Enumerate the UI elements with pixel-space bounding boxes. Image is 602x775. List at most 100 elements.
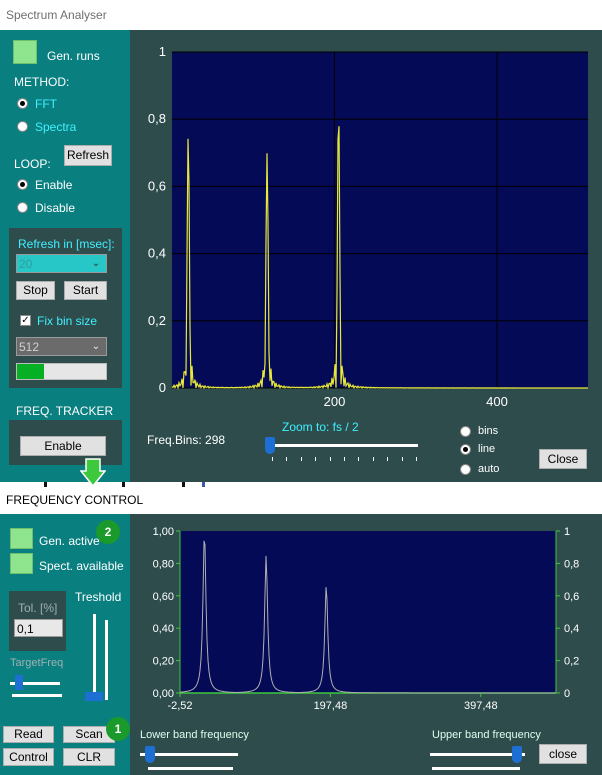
display-auto-radio[interactable] [460, 464, 471, 475]
y-tick-label-right: 0,2 [564, 656, 579, 668]
gen-runs-label: Gen. runs [47, 49, 100, 63]
y-tick-label: 0,4 [148, 246, 166, 261]
zoom-tick [286, 457, 288, 461]
loop-disable-label[interactable]: Disable [35, 201, 75, 215]
tracker-enable-button[interactable]: Enable [20, 436, 106, 456]
gen-active-indicator [10, 528, 33, 549]
lower-band-scale [148, 767, 233, 770]
x-tick-label: 400 [486, 394, 508, 409]
y-tick-label: 0,6 [148, 178, 166, 193]
control-button[interactable]: Control [3, 748, 54, 766]
close-button[interactable]: Close [539, 449, 587, 469]
y-tick-label: 0,8 [148, 111, 166, 126]
target-freq-label: TargetFreq [10, 657, 64, 669]
zoom-tick [387, 457, 389, 461]
window-title: Spectrum Analyser [6, 8, 107, 22]
y-tick-label-right: 0,6 [564, 591, 579, 603]
marker [182, 482, 185, 487]
upper-band-slider-thumb[interactable] [512, 746, 522, 763]
marker [122, 482, 125, 487]
tol-input[interactable]: 0,1 [14, 619, 63, 637]
spect-available-indicator [10, 553, 33, 574]
method-fft-radio[interactable] [17, 98, 28, 109]
method-fft-label[interactable]: FFT [35, 97, 57, 111]
target-freq-thumb[interactable] [15, 675, 23, 690]
display-line-label[interactable]: line [478, 443, 495, 455]
loop-enable-radio[interactable] [17, 179, 28, 190]
y-tick-label: 0,2 [148, 313, 166, 328]
arrow-down-icon [80, 458, 106, 488]
refresh-interval-value: 20 [19, 257, 33, 271]
zoom-tick [329, 457, 331, 461]
fix-bin-checkbox[interactable]: ✓ [20, 315, 31, 326]
zoom-tick [372, 457, 374, 461]
plot-area [180, 531, 556, 693]
marker [202, 482, 205, 487]
zoom-tick [416, 457, 417, 461]
y-tick-label-left: 0,40 [153, 623, 174, 635]
spectrum-chart: 0 0,2 0,4 0,6 0,8 1 200 400 [148, 44, 588, 409]
close-button-lower[interactable]: close [539, 744, 587, 764]
zoom-tick [344, 457, 345, 461]
loop-disable-radio[interactable] [17, 202, 28, 213]
stop-button[interactable]: Stop [16, 281, 55, 300]
upper-band-label: Upper band frequency [432, 729, 541, 741]
zoom-tick [358, 457, 360, 461]
loop-enable-label[interactable]: Enable [35, 178, 72, 192]
y-tick-label: 0 [159, 380, 166, 395]
display-line-radio[interactable] [460, 444, 471, 455]
freq-bins-label: Freq.Bins: 298 [147, 433, 226, 447]
progress-fill [17, 364, 44, 379]
bin-size-select[interactable]: 512 ⌄ [16, 337, 107, 356]
tol-label: Tol. [%] [18, 601, 58, 615]
method-spectra-radio[interactable] [17, 121, 28, 132]
target-freq-scale [12, 694, 62, 697]
progress-bar [16, 363, 107, 380]
y-tick-label-left: 0,80 [153, 558, 174, 570]
clr-button[interactable]: CLR [63, 748, 115, 766]
y-tick-label-left: 0,60 [153, 591, 174, 603]
lower-band-slider-thumb[interactable] [145, 746, 155, 763]
refresh-button[interactable]: Refresh [64, 145, 112, 166]
treshold-label: Treshold [75, 590, 122, 604]
y-tick-label-right: 0 [564, 688, 570, 700]
zoom-slider-track[interactable] [268, 444, 418, 447]
y-tick-label-left: 0,20 [153, 656, 174, 668]
method-label: METHOD: [14, 75, 70, 89]
chevron-down-icon: ⌄ [91, 258, 101, 269]
upper-band-slider-track[interactable] [430, 753, 525, 756]
read-button[interactable]: Read [3, 726, 54, 743]
refresh-interval-select[interactable]: 20 ⌄ [16, 254, 107, 273]
step-1-badge: 1 [106, 717, 130, 741]
zoom-tick [401, 457, 403, 461]
zoom-tick [315, 457, 317, 461]
frequency-chart: 0,000,200,400,600,801,00 00,20,40,60,81 … [153, 526, 580, 712]
gen-active-label: Gen. active [39, 534, 100, 548]
title-bar: Spectrum Analyser [0, 0, 602, 30]
y-tick-label-left: 0,00 [153, 688, 174, 700]
loop-label: LOOP: [14, 157, 51, 171]
y-tick-label-right: 0,8 [564, 558, 579, 570]
gen-runs-indicator [13, 40, 37, 64]
fix-bin-label[interactable]: Fix bin size [37, 314, 97, 328]
display-bins-label[interactable]: bins [478, 425, 498, 437]
y-tick-label-right: 0,4 [564, 623, 579, 635]
marker [44, 482, 47, 487]
frequency-control-title: FREQUENCY CONTROL [6, 493, 144, 507]
zoom-slider-thumb[interactable] [265, 437, 275, 454]
start-button[interactable]: Start [64, 281, 107, 300]
step-2-badge: 2 [96, 520, 120, 544]
lower-band-label: Lower band frequency [140, 729, 249, 741]
treshold-slider-track[interactable] [93, 614, 96, 699]
y-tick-label-left: 1,00 [153, 526, 174, 538]
zoom-label: Zoom to: fs / 2 [282, 420, 359, 434]
x-tick-label: 197,48 [314, 700, 348, 712]
zoom-tick [272, 457, 273, 461]
display-auto-label[interactable]: auto [478, 463, 499, 475]
display-bins-radio[interactable] [460, 426, 471, 437]
x-tick-label: 397,48 [464, 700, 498, 712]
method-spectra-label[interactable]: Spectra [35, 120, 76, 134]
treshold-slider-thumb[interactable] [85, 692, 103, 701]
upper-band-scale [432, 767, 520, 770]
zoom-tick [300, 457, 302, 461]
